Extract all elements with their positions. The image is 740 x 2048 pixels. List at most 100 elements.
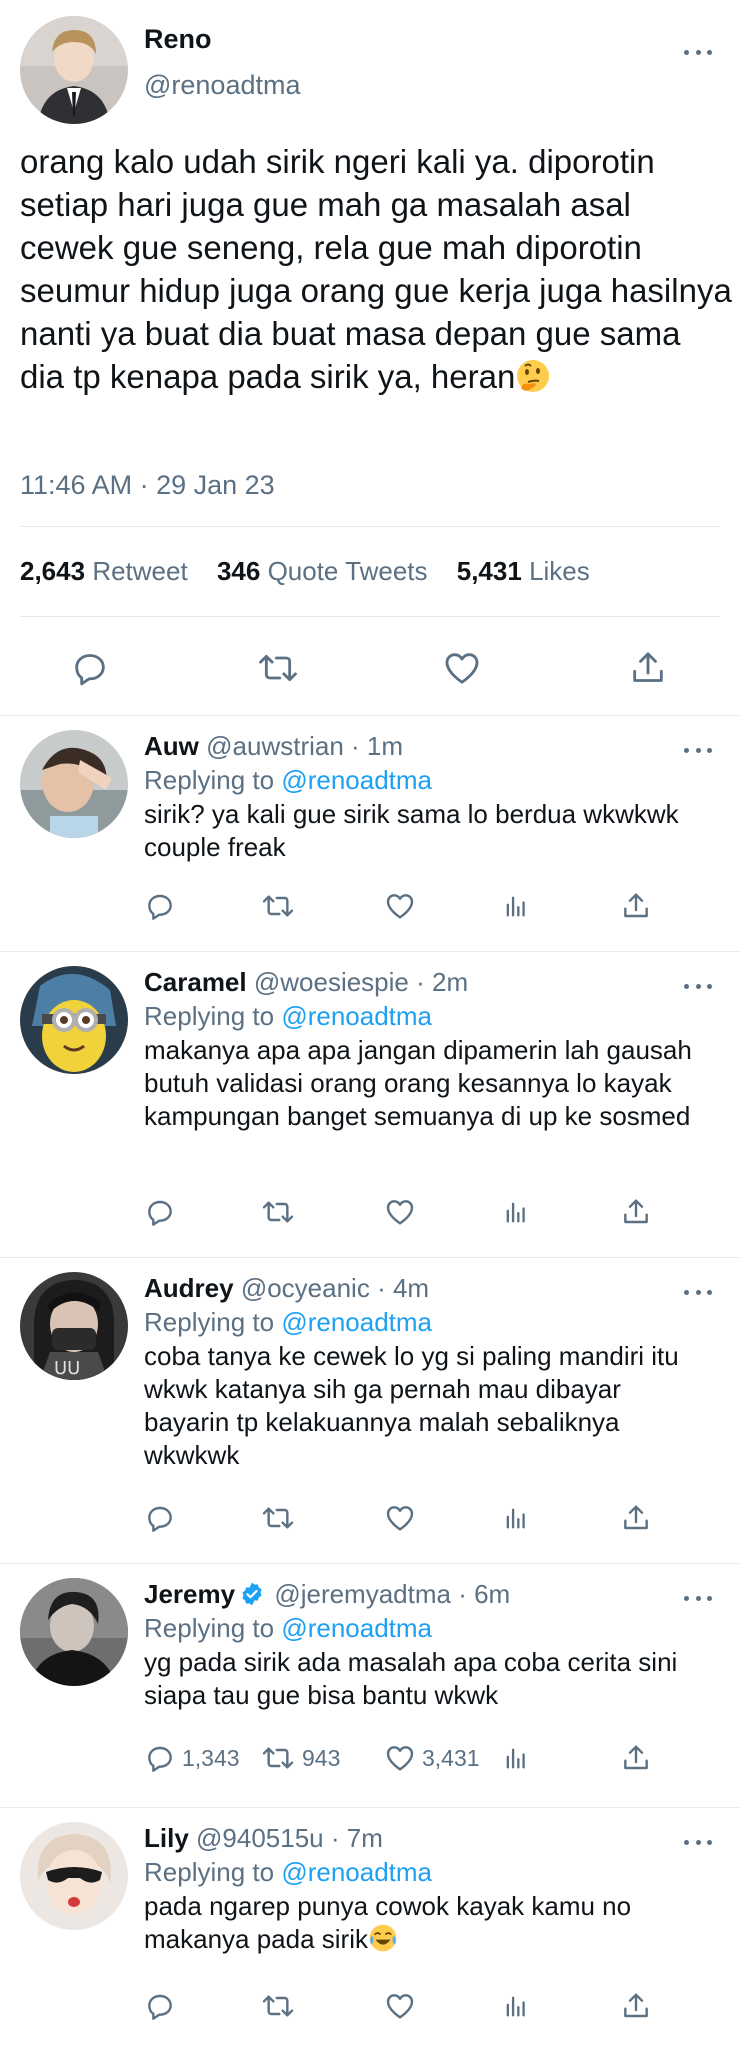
reply-author-handle[interactable]: @woesiespie — [254, 967, 409, 997]
retweet-button[interactable] — [260, 1192, 302, 1232]
reply-author-handle[interactable]: @jeremyadtma — [274, 1579, 451, 1609]
reply-time[interactable]: · 4m — [377, 1273, 429, 1303]
reply-tweet[interactable]: Caramel @woesiespie · 2m Replying to @re… — [0, 952, 740, 1258]
replying-to-prefix: Replying to — [144, 1613, 275, 1643]
share-icon — [624, 1505, 648, 1530]
avatar[interactable] — [20, 1822, 128, 1930]
reply-author-name[interactable]: Auw — [144, 731, 199, 761]
reply-header: Jeremy @jeremyadtma · 6m — [144, 1578, 510, 1610]
reply-button[interactable] — [144, 886, 182, 926]
likes-label[interactable]: Likes — [529, 556, 590, 586]
share-button[interactable] — [620, 1738, 652, 1778]
reply-button[interactable] — [144, 1986, 182, 2026]
replying-to-link[interactable]: @renoadtma — [281, 1613, 432, 1643]
reply-author-handle[interactable]: @auwstrian — [206, 731, 344, 761]
reply-author-name[interactable]: Audrey — [144, 1273, 234, 1303]
like-button[interactable] — [384, 1192, 422, 1232]
share-button[interactable] — [620, 1192, 652, 1232]
reply-icon — [75, 654, 105, 686]
avatar[interactable] — [20, 16, 128, 124]
more-options-icon[interactable] — [684, 982, 712, 990]
reply-tweet[interactable]: Lily @940515u · 7m Replying to @renoadtm… — [0, 1808, 740, 2048]
like-button[interactable] — [384, 1986, 422, 2026]
retweet-button[interactable] — [260, 886, 302, 926]
share-icon — [633, 652, 663, 682]
tweet-text-body: orang kalo udah sirik ngeri kali ya. dip… — [20, 143, 732, 395]
verified-badge-icon — [242, 1582, 262, 1606]
analytics-button[interactable] — [502, 886, 530, 926]
reply-author-name[interactable]: Lily — [144, 1823, 189, 1853]
avatar[interactable]: UU — [20, 1272, 128, 1380]
share-button[interactable] — [620, 886, 652, 926]
reply-button[interactable] — [144, 1192, 182, 1232]
reply-author-handle[interactable]: @ocyeanic — [241, 1273, 370, 1303]
retweet-button[interactable] — [260, 1986, 302, 2026]
more-options-icon[interactable] — [684, 1288, 712, 1296]
reply-time[interactable]: · 7m — [331, 1823, 383, 1853]
analytics-button[interactable] — [502, 1986, 530, 2026]
reply-time[interactable]: · 2m — [416, 967, 468, 997]
retweet-icon — [262, 1201, 294, 1223]
replying-to: Replying to @renoadtma — [144, 1612, 432, 1644]
reply-author-name[interactable]: Jeremy — [144, 1579, 235, 1609]
share-button[interactable] — [620, 1498, 652, 1538]
replying-to-link[interactable]: @renoadtma — [281, 1307, 432, 1337]
replying-to-prefix: Replying to — [144, 1857, 275, 1887]
retweet-icon — [262, 895, 294, 917]
retweet-button[interactable]: 943 — [260, 1738, 340, 1778]
reply-time[interactable]: · 1m — [351, 731, 403, 761]
retweet-button[interactable] — [260, 1498, 302, 1538]
author-handle[interactable]: @renoadtma — [144, 70, 301, 101]
more-options-icon[interactable] — [684, 1838, 712, 1846]
replying-to-link[interactable]: @renoadtma — [281, 1857, 432, 1887]
tears-of-joy-emoji — [369, 1924, 397, 1952]
reply-header: Auw @auwstrian · 1m — [144, 730, 403, 762]
more-options-icon[interactable] — [684, 1594, 712, 1602]
replying-to: Replying to @renoadtma — [144, 764, 432, 796]
like-button[interactable] — [384, 1498, 422, 1538]
share-button[interactable] — [628, 648, 668, 688]
like-button[interactable] — [384, 886, 422, 926]
analytics-button[interactable] — [502, 1192, 530, 1232]
analytics-button[interactable] — [502, 1498, 530, 1538]
quotes-count[interactable]: 346 — [217, 556, 260, 586]
reply-author-handle[interactable]: @940515u — [196, 1823, 324, 1853]
avatar[interactable] — [20, 966, 128, 1074]
share-icon — [624, 1745, 648, 1770]
avatar[interactable] — [20, 1578, 128, 1686]
reply-button[interactable] — [144, 1498, 182, 1538]
divider — [20, 616, 720, 617]
reply-time[interactable]: · 6m — [458, 1579, 510, 1609]
heart-icon — [445, 653, 479, 684]
analytics-icon — [506, 1996, 525, 2017]
author-name[interactable]: Reno — [144, 24, 212, 55]
reply-text: makanya apa apa jangan dipamerin lah gau… — [144, 1035, 692, 1131]
like-button[interactable] — [442, 648, 482, 688]
replying-to-link[interactable]: @renoadtma — [281, 1001, 432, 1031]
retweets-count[interactable]: 2,643 — [20, 556, 85, 586]
tweet-timestamp[interactable]: 11:46 AM · 29 Jan 23 — [20, 470, 275, 501]
reply-button[interactable]: 1,343 — [144, 1738, 240, 1778]
reply-button[interactable] — [70, 648, 110, 688]
reply-icon — [148, 894, 172, 920]
quotes-label[interactable]: Quote Tweets — [268, 556, 428, 586]
reply-tweet[interactable]: UU Audrey @ocyeanic · 4m Replying to @re… — [0, 1258, 740, 1564]
more-options-icon[interactable] — [684, 48, 712, 56]
avatar[interactable] — [20, 730, 128, 838]
share-button[interactable] — [620, 1986, 652, 2026]
analytics-button[interactable] — [502, 1738, 530, 1778]
retweet-button[interactable] — [256, 648, 300, 688]
reply-icon — [148, 1746, 172, 1772]
like-button[interactable]: 3,431 — [384, 1738, 480, 1778]
replying-to-prefix: Replying to — [144, 1001, 275, 1031]
reply-tweet[interactable]: Jeremy @jeremyadtma · 6m Replying to @re… — [0, 1564, 740, 1808]
retweets-label[interactable]: Retweet — [92, 556, 187, 586]
heart-icon — [386, 1746, 414, 1771]
reply-author-name[interactable]: Caramel — [144, 967, 247, 997]
reply-tweet[interactable]: Auw @auwstrian · 1m Replying to @renoadt… — [0, 716, 740, 952]
likes-count[interactable]: 5,431 — [457, 556, 522, 586]
more-options-icon[interactable] — [684, 746, 712, 754]
heart-icon — [386, 1506, 414, 1531]
analytics-icon — [506, 1202, 525, 1223]
replying-to-link[interactable]: @renoadtma — [281, 765, 432, 795]
